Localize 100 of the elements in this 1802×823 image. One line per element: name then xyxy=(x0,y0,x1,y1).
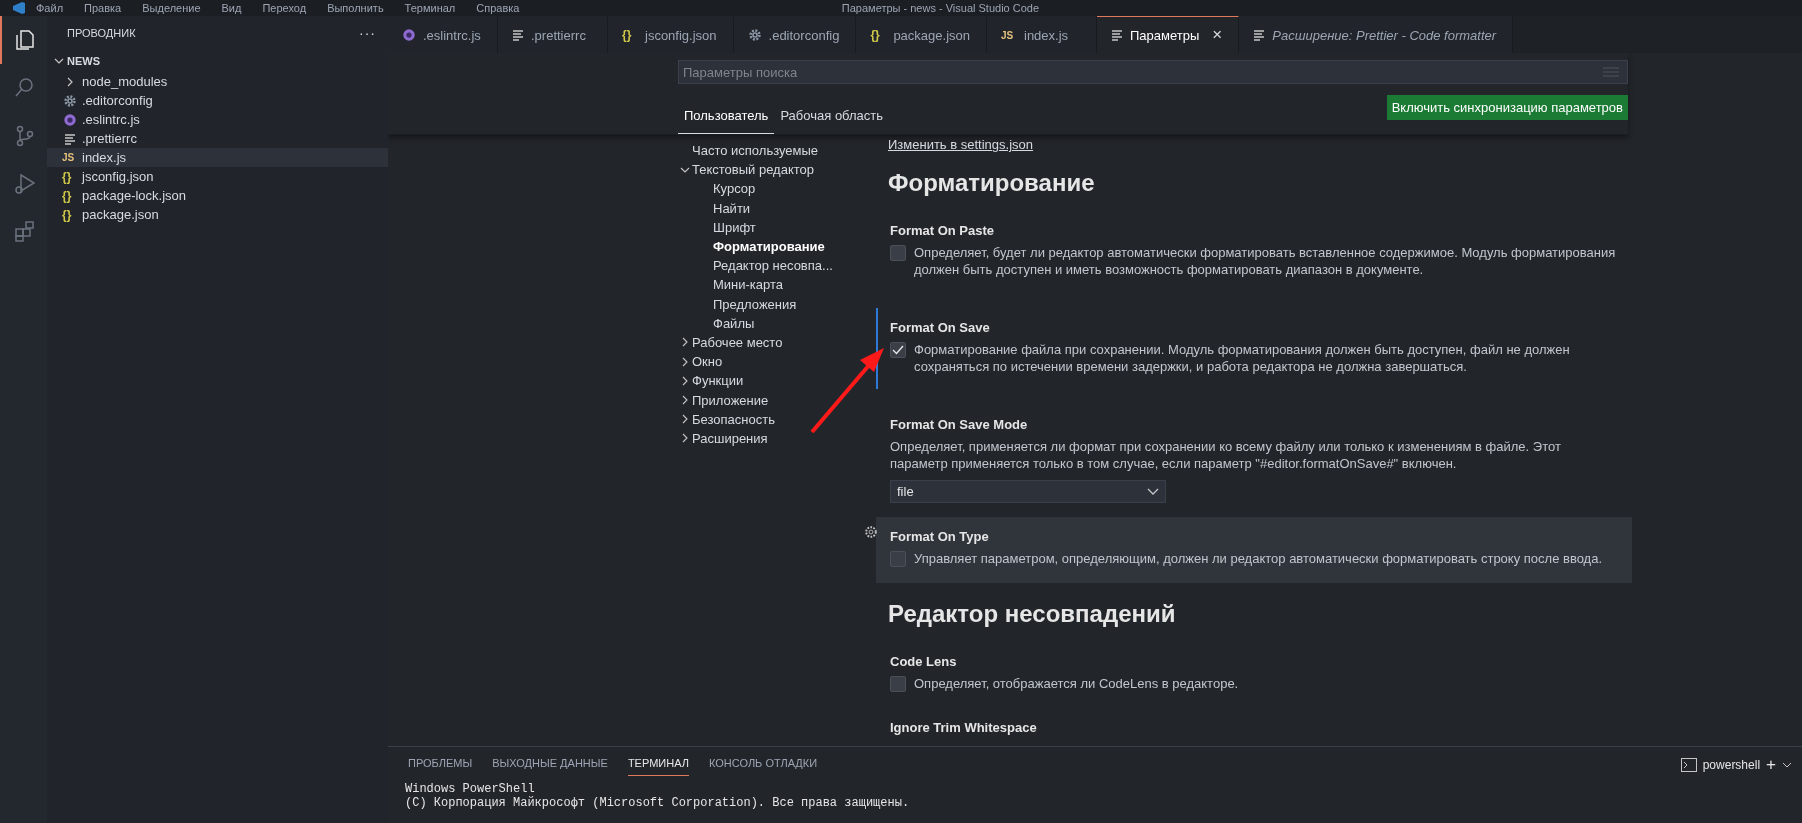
file-item[interactable]: {} jsconfig.json xyxy=(47,167,388,186)
more-actions-button[interactable]: ··· xyxy=(359,25,376,41)
setting-description: Форматирование файла при сохранении. Модуль форматирования должен быть доступен, файл не должен сохраняться по истечении времени задержки, и работа редактора не должна завершаться. xyxy=(914,341,1571,375)
dropdown[interactable]: file xyxy=(890,480,1166,503)
file-name: node_modules xyxy=(82,74,168,89)
setting-description: Определяет, применяется ли формат при сохранении ко всему файлу или только к изменениям в файле. Этот параметр применяется только в том случае, если параметр "#editor.formatOnSave#" включен. xyxy=(890,438,1562,472)
new-terminal-button[interactable]: + xyxy=(1766,755,1776,775)
settings-json-link[interactable]: Изменить в settings.json xyxy=(888,137,1034,152)
editor-tab[interactable]: Расширение: Prettier - Code formatter xyxy=(1239,16,1514,53)
terminal-name[interactable]: powershell xyxy=(1702,758,1761,772)
menu-item[interactable]: Файл xyxy=(36,2,64,14)
file-item[interactable]: .prettierrc xyxy=(47,129,388,148)
tab-label: package.json xyxy=(893,27,970,43)
menu-item[interactable]: Вид xyxy=(221,2,242,14)
toc-item[interactable]: Мини-карта xyxy=(713,277,784,293)
gear-icon xyxy=(62,93,78,108)
menu-item[interactable]: Справка xyxy=(476,2,520,14)
braces-icon: {} xyxy=(62,188,78,203)
toc-item[interactable]: Рабочее место xyxy=(692,334,783,350)
toc-item[interactable]: Редактор несовпа... xyxy=(713,258,833,274)
lines-icon xyxy=(1253,29,1266,41)
file-item[interactable]: {} package.json xyxy=(47,205,388,224)
menu-item[interactable]: Выделение xyxy=(142,2,201,14)
sync-button[interactable]: Включить синхронизацию параметров xyxy=(1386,95,1628,120)
toc-item[interactable]: Функции xyxy=(692,373,744,389)
braces-icon: {} xyxy=(622,28,638,42)
toc-item[interactable]: Найти xyxy=(713,200,751,216)
setting-title: Format On Paste xyxy=(890,223,996,238)
menu-item[interactable]: Правка xyxy=(84,2,122,14)
toc-item[interactable]: Форматирование xyxy=(713,239,825,255)
toc-item[interactable]: Безопасность xyxy=(692,411,775,427)
menu-item[interactable]: Переход xyxy=(262,2,307,14)
tab-label: index.js xyxy=(1024,27,1069,43)
menu-item[interactable]: Терминал xyxy=(404,2,456,14)
lines-icon xyxy=(1111,29,1123,41)
file-item[interactable]: .eslintrc.js xyxy=(47,110,388,129)
search-placeholder: Параметры поиска xyxy=(683,64,798,80)
editor-tab[interactable]: {} jsconfig.json xyxy=(608,16,734,53)
tab-label: .prettierrc xyxy=(531,27,586,43)
scope-tab[interactable]: Рабочая область xyxy=(774,100,890,134)
tab-label: .editorconfig xyxy=(768,27,840,43)
file-name: .prettierrc xyxy=(82,131,137,146)
editor-tab[interactable]: .editorconfig xyxy=(733,16,857,53)
braces-icon: {} xyxy=(870,28,887,42)
checkbox[interactable] xyxy=(890,245,906,261)
setting-description: Управляет параметром, определяющим, должен ли редактор автоматически форматировать строку после ввода. xyxy=(914,550,1603,567)
setting-description: Определяет, отображается ли CodeLens в редакторе. xyxy=(914,675,1239,692)
folder-root[interactable]: NEWS xyxy=(47,50,388,72)
toc-item[interactable]: Часто используемые xyxy=(692,143,819,159)
gear-icon xyxy=(747,28,762,42)
toc-item[interactable]: Предложения xyxy=(713,296,797,312)
folder-name: NEWS xyxy=(67,55,100,67)
scope-tab[interactable]: Пользователь xyxy=(678,100,775,134)
tab-label: Расширение: Prettier - Code formatter xyxy=(1272,27,1497,43)
js-icon: JS xyxy=(1001,29,1017,41)
setting-title: Ignore Trim Whitespace xyxy=(890,720,1038,735)
file-name: .editorconfig xyxy=(82,93,153,108)
gear-icon[interactable] xyxy=(864,525,878,539)
toc-item[interactable]: Текстовый редактор xyxy=(692,162,815,178)
section-heading: Форматирование xyxy=(888,169,1096,197)
braces-icon: {} xyxy=(62,207,78,222)
file-item[interactable]: node_modules xyxy=(47,72,388,91)
chevron-icon xyxy=(1147,487,1159,496)
editor-tab[interactable]: JS index.js xyxy=(987,16,1097,53)
file-item[interactable]: .editorconfig xyxy=(47,91,388,110)
file-item[interactable]: JS index.js xyxy=(47,148,388,167)
sidebar-title: ПРОВОДНИК xyxy=(67,27,136,39)
terminal-line: (C) Корпорация Майкрософт (Microsoft Corporation). Все права защищены. xyxy=(405,796,911,810)
editor-tab[interactable]: .prettierrc xyxy=(498,16,608,53)
panel-tab[interactable]: ВЫХОДНЫЕ ДАННЫЕ xyxy=(492,750,608,776)
close-icon[interactable]: × xyxy=(1212,25,1223,45)
braces-icon: {} xyxy=(62,169,78,184)
panel-tab[interactable]: ПРОБЛЕМЫ xyxy=(408,750,473,776)
tab-label: jsconfig.json xyxy=(645,27,717,43)
editor-tab[interactable]: .eslintrc.js xyxy=(388,16,498,53)
toc-item[interactable]: Приложение xyxy=(692,392,769,408)
terminal-icon xyxy=(1680,758,1697,772)
toc-item[interactable]: Курсор xyxy=(713,181,756,197)
checkbox[interactable] xyxy=(890,551,906,567)
file-name: package-lock.json xyxy=(82,188,187,203)
toc-item[interactable]: Файлы xyxy=(713,315,755,331)
setting-description: Определяет, будет ли редактор автоматически форматировать вставленное содержимое. Модуль форматирования должен быть доступен и иметь возможность форматировать диапазон в документе. xyxy=(914,244,1617,278)
editor-tab[interactable]: Параметры × xyxy=(1097,16,1240,53)
toc-item[interactable]: Окно xyxy=(692,354,723,370)
chevron-icon[interactable] xyxy=(1782,761,1792,769)
panel-tab[interactable]: ТЕРМИНАЛ xyxy=(627,750,689,776)
section-heading: Редактор несовпадений xyxy=(888,600,1177,628)
toc-item[interactable]: Расширения xyxy=(692,430,768,446)
toc-item[interactable]: Шрифт xyxy=(713,219,756,235)
file-name: jsconfig.json xyxy=(82,169,154,184)
lines-icon xyxy=(62,132,78,145)
checkbox[interactable] xyxy=(890,342,906,358)
editor-tab[interactable]: {} package.json xyxy=(856,16,987,53)
panel-tab[interactable]: КОНСОЛЬ ОТЛАДКИ xyxy=(708,750,818,776)
file-item[interactable]: {} package-lock.json xyxy=(47,186,388,205)
setting-title: Format On Save xyxy=(890,320,991,335)
menu-item[interactable]: Выполнить xyxy=(327,2,384,14)
checkbox[interactable] xyxy=(890,676,906,692)
search-field[interactable]: Параметры поиска xyxy=(678,60,1628,84)
window-title: Параметры - news - Visual Studio Code xyxy=(841,2,1040,14)
